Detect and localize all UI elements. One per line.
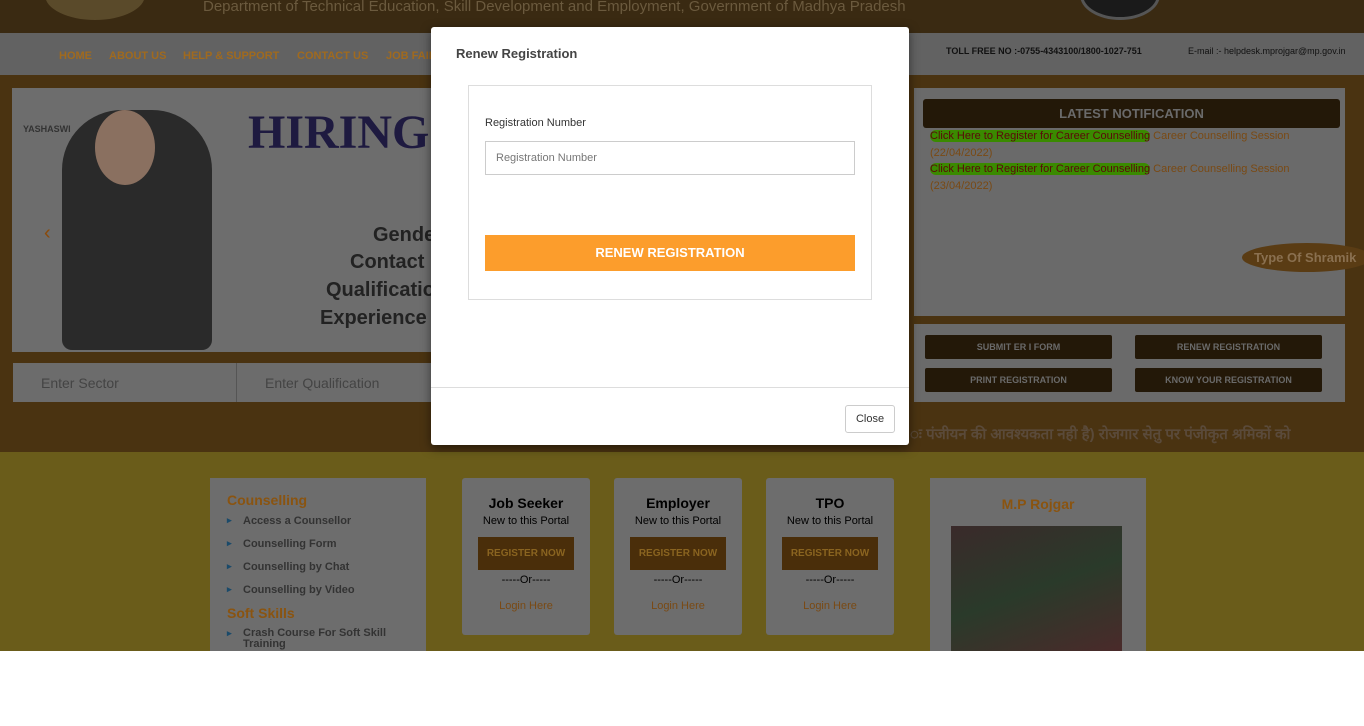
modal-form: Registration Number RENEW REGISTRATION	[468, 85, 872, 300]
nav-home[interactable]: HOME	[59, 50, 92, 62]
counselling-title: Counselling	[227, 492, 308, 508]
banner-line: Experience	[320, 307, 427, 329]
toll-free: TOLL FREE NO :-0755-4343100/1800-1027-75…	[946, 46, 1142, 56]
type-of-shramik-badge[interactable]: Type Of Shramik	[1242, 243, 1364, 272]
carousel-prev-icon[interactable]: ‹	[44, 222, 51, 245]
login-link[interactable]: Login Here	[462, 600, 590, 612]
card-title: Employer	[646, 495, 710, 511]
nav-job-fair[interactable]: JOB FAIR	[386, 50, 437, 62]
register-now-button[interactable]: REGISTER NOW	[630, 537, 726, 570]
counselling-link[interactable]: Access a Counsellor	[227, 515, 351, 527]
notification-item: Click Here to Register for Career Counse…	[930, 161, 1330, 195]
submit-er-form-button[interactable]: SUBMIT ER I FORM	[925, 335, 1112, 359]
counselling-link[interactable]: Counselling by Video	[227, 584, 355, 596]
mp-rojgar-photo	[951, 526, 1122, 651]
close-button[interactable]: Close	[845, 405, 895, 433]
login-link[interactable]: Login Here	[766, 600, 894, 612]
qualification-input[interactable]: Enter Qualification	[237, 363, 437, 402]
card-subtitle: New to this Portal	[482, 515, 570, 527]
card-subtitle: New to this Portal	[786, 515, 874, 527]
or-divider: -----Or-----	[653, 574, 703, 586]
notification-item: Click Here to Register for Career Counse…	[930, 128, 1330, 162]
card-title: TPO	[815, 495, 845, 511]
renew-registration-button[interactable]: RENEW REGISTRATION	[1135, 335, 1322, 359]
brand-logo: YASHASWI	[23, 124, 71, 134]
card-title: Job Seeker	[488, 495, 564, 511]
register-now-button[interactable]: REGISTER NOW	[782, 537, 878, 570]
modal-divider	[431, 387, 909, 388]
know-registration-button[interactable]: KNOW YOUR REGISTRATION	[1135, 368, 1322, 392]
marquee-text: ः पंजीयन की आवश्यकता नही है) रोजगार सेतु…	[910, 426, 1291, 443]
soft-skills-title: Soft Skills	[227, 605, 295, 621]
card-subtitle: New to this Portal	[634, 515, 722, 527]
modal-title: Renew Registration	[456, 46, 578, 61]
job-seeker-card: Job Seeker New to this Portal REGISTER N…	[462, 478, 590, 635]
banner-line: Contact	[350, 251, 425, 273]
banner-line: Qualification	[326, 279, 448, 301]
nav-about-us[interactable]: ABOUT US	[109, 50, 166, 62]
notification-link[interactable]: Click Here to Register for Career Counse…	[930, 163, 1151, 175]
counselling-link[interactable]: Counselling by Chat	[227, 561, 349, 573]
employer-card: Employer New to this Portal REGISTER NOW…	[614, 478, 742, 635]
login-link[interactable]: Login Here	[614, 600, 742, 612]
banner-face	[95, 110, 155, 185]
print-registration-button[interactable]: PRINT REGISTRATION	[925, 368, 1112, 392]
or-divider: -----Or-----	[805, 574, 855, 586]
notification-link[interactable]: Click Here to Register for Career Counse…	[930, 130, 1151, 142]
department-title: Department of Technical Education, Skill…	[203, 0, 906, 15]
email: E-mail :- helpdesk.mprojgar@mp.gov.in	[1188, 46, 1346, 56]
renew-registration-submit-button[interactable]: RENEW REGISTRATION	[485, 235, 855, 271]
sector-input[interactable]: Enter Sector	[13, 363, 237, 402]
nav-contact-us[interactable]: CONTACT US	[297, 50, 368, 62]
registration-number-label: Registration Number	[485, 117, 586, 129]
soft-skill-link[interactable]: Crash Course For Soft Skill Training	[227, 628, 413, 650]
emblem-logo	[1080, 0, 1160, 20]
notification-title: LATEST NOTIFICATION	[923, 99, 1340, 128]
mp-rojgar-title: M.P Rojgar	[1001, 496, 1075, 512]
register-now-button[interactable]: REGISTER NOW	[478, 537, 574, 570]
department-logo	[45, 0, 145, 20]
nav-help-support[interactable]: HELP & SUPPORT	[183, 50, 279, 62]
renew-registration-modal: Renew Registration Registration Number R…	[431, 27, 909, 445]
or-divider: -----Or-----	[501, 574, 551, 586]
registration-number-input[interactable]	[485, 141, 855, 175]
counselling-link[interactable]: Counselling Form	[227, 538, 336, 550]
banner-heading: HIRING	[248, 106, 430, 159]
tpo-card: TPO New to this Portal REGISTER NOW ----…	[766, 478, 894, 635]
